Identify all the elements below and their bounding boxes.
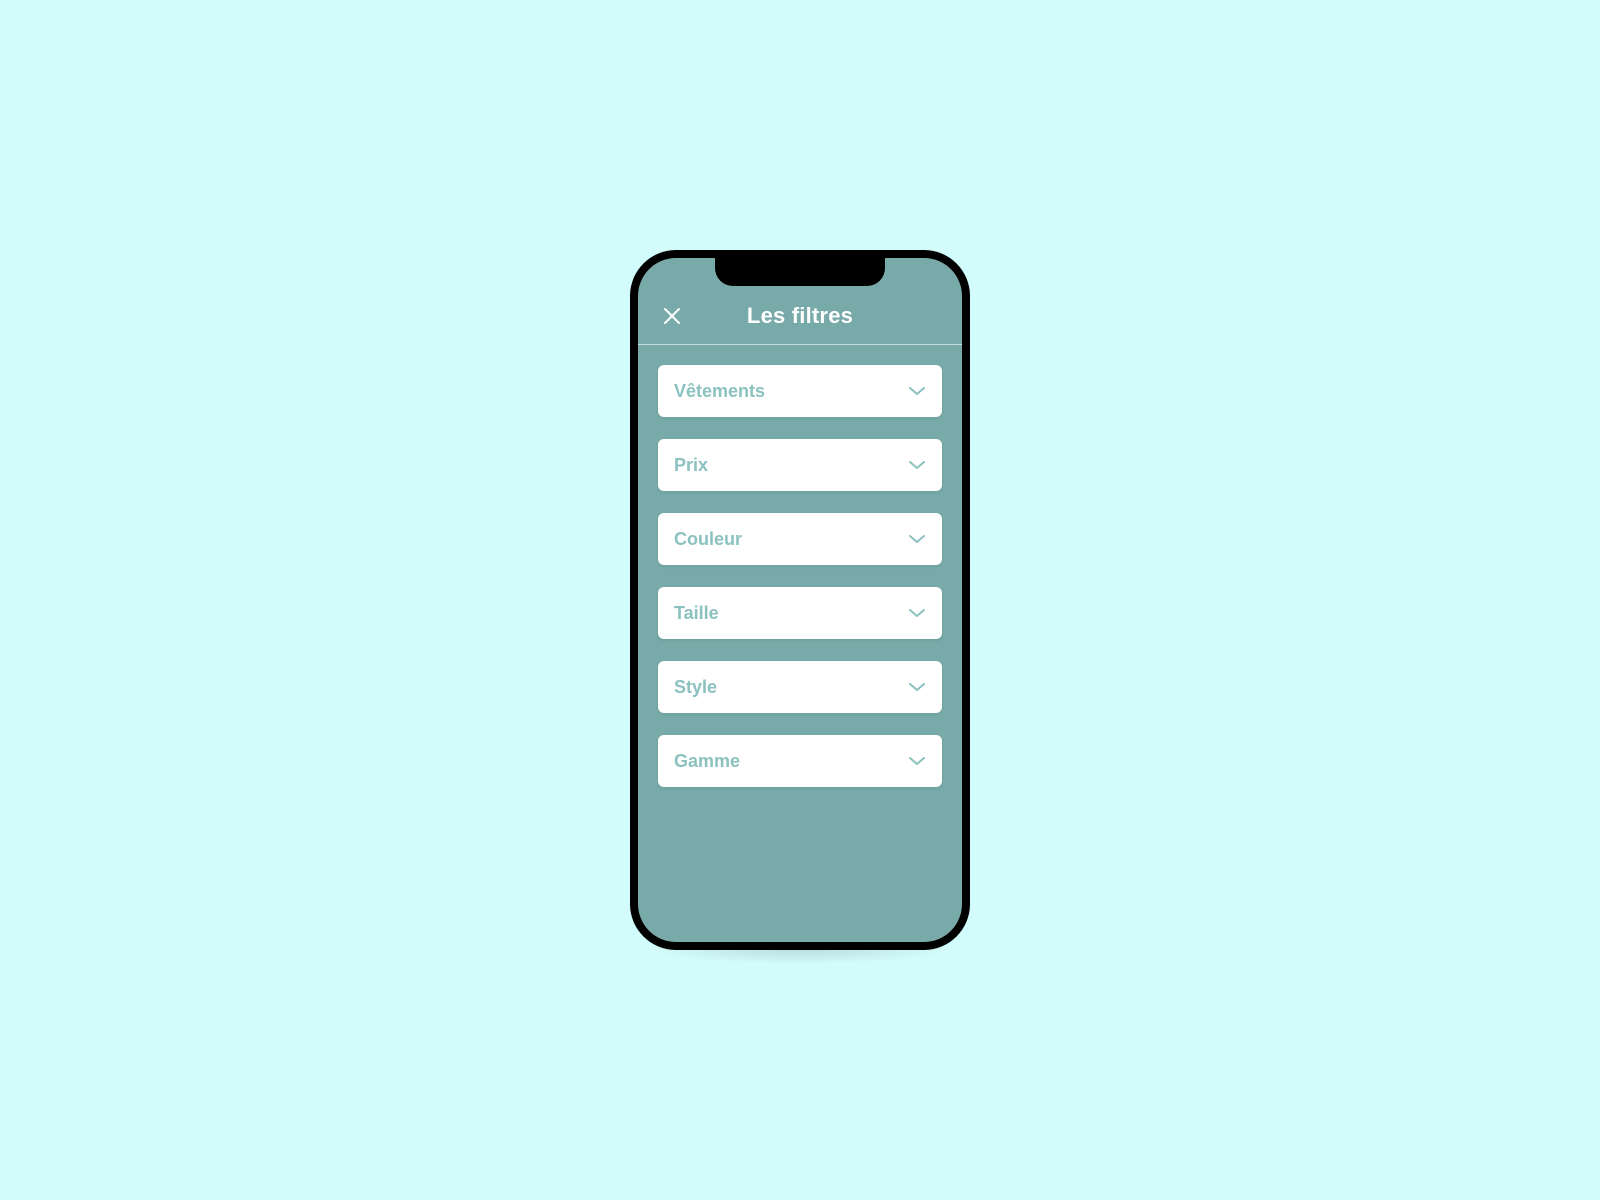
phone-frame: Les filtres Vêtements Prix Couleur	[630, 250, 970, 950]
filter-label: Vêtements	[674, 381, 765, 402]
chevron-down-icon	[908, 755, 926, 767]
filter-row-style[interactable]: Style	[658, 661, 942, 713]
chevron-down-icon	[908, 385, 926, 397]
phone-mockup: Les filtres Vêtements Prix Couleur	[630, 250, 970, 950]
filter-label: Prix	[674, 455, 708, 476]
filter-label: Couleur	[674, 529, 742, 550]
filter-row-gamme[interactable]: Gamme	[658, 735, 942, 787]
filter-row-vetements[interactable]: Vêtements	[658, 365, 942, 417]
chevron-down-icon	[908, 607, 926, 619]
filter-row-taille[interactable]: Taille	[658, 587, 942, 639]
chevron-down-icon	[908, 533, 926, 545]
filter-label: Taille	[674, 603, 719, 624]
filters-list: Vêtements Prix Couleur	[638, 345, 962, 787]
filter-label: Style	[674, 677, 717, 698]
filter-row-couleur[interactable]: Couleur	[658, 513, 942, 565]
phone-notch	[715, 258, 885, 286]
filter-label: Gamme	[674, 751, 740, 772]
chevron-down-icon	[908, 459, 926, 471]
page-title: Les filtres	[747, 303, 853, 329]
phone-screen: Les filtres Vêtements Prix Couleur	[638, 258, 962, 942]
close-icon	[663, 307, 681, 325]
chevron-down-icon	[908, 681, 926, 693]
close-button[interactable]	[658, 302, 686, 330]
filter-row-prix[interactable]: Prix	[658, 439, 942, 491]
